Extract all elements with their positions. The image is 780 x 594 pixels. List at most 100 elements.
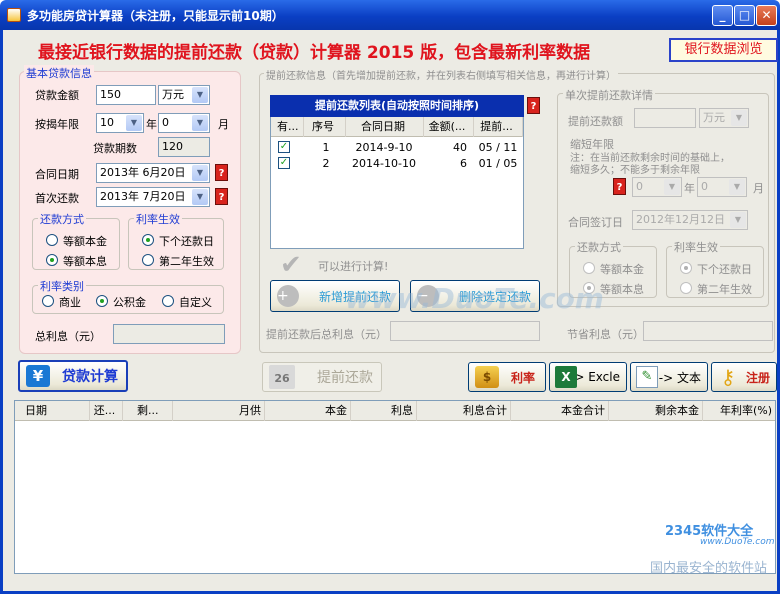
rate-type-fund-label: 公积金 — [113, 296, 146, 309]
shorten-years-select[interactable]: 0 ▼ — [632, 177, 682, 197]
chevron-down-icon: ▼ — [192, 189, 208, 205]
chevron-down-icon: ▼ — [126, 115, 142, 131]
shorten-help-icon[interactable]: ? — [613, 178, 626, 195]
single-effect-second-label: 第二年生效 — [697, 283, 752, 296]
saved-interest-label: 节省利息（元） — [567, 328, 644, 341]
watermark-site: www.DuoTe.com — [345, 282, 604, 315]
prepay-list-header: 有... 序号 合同日期 金额(... 提前... — [271, 117, 523, 137]
loan-calc-button[interactable]: ¥ 贷款计算 — [18, 360, 128, 392]
term-years-label: 按揭年限 — [35, 118, 79, 131]
after-interest-label: 提前还款后总利息（元） — [266, 328, 387, 341]
chevron-down-icon: ▼ — [730, 212, 746, 228]
row2-date: 2014-10-10 — [352, 157, 416, 170]
method-equal-principal-radio[interactable] — [46, 234, 58, 246]
first-payment-picker[interactable]: 2013年 7月20日 ▼ — [96, 187, 210, 207]
single-amount-input[interactable] — [634, 108, 696, 128]
col-interest-total[interactable]: 利息合计 — [417, 401, 511, 421]
app-icon — [7, 8, 21, 22]
shorten-months-select[interactable]: 0 ▼ — [697, 177, 747, 197]
single-effect-title: 利率生效 — [672, 239, 720, 255]
single-unit-select[interactable]: 万元 ▼ — [699, 108, 749, 128]
rate-next-payment-label: 下个还款日 — [159, 235, 214, 248]
col-date[interactable]: 日期 — [15, 401, 90, 421]
contract-date-help-icon[interactable]: ? — [215, 164, 228, 181]
single-method-installment-label: 等额本息 — [600, 283, 644, 296]
single-method-principal-radio[interactable] — [583, 262, 595, 274]
close-button[interactable]: ✕ — [756, 5, 777, 26]
month-unit-label: 月 — [218, 118, 229, 131]
loan-amount-label: 贷款金额 — [35, 89, 79, 102]
single-amount-label: 提前还款额 — [568, 115, 623, 128]
chevron-down-icon: ▼ — [664, 179, 680, 195]
rate-type-commercial-radio[interactable] — [42, 295, 54, 307]
rate-button[interactable]: $ 利率 — [468, 362, 546, 392]
ok-status-text: 可以进行计算! — [318, 260, 389, 273]
col-monthly[interactable]: 月供 — [173, 401, 265, 421]
rate-second-year-radio[interactable] — [142, 254, 154, 266]
chevron-down-icon: ▼ — [192, 165, 208, 181]
notepad-icon: ✎ — [636, 366, 658, 388]
col-contract-date[interactable]: 合同日期 — [346, 117, 424, 137]
amount-unit-select[interactable]: 万元 ▼ — [158, 85, 210, 105]
first-payment-label: 首次还款 — [35, 192, 79, 205]
col-principal-total[interactable]: 本金合计 — [511, 401, 609, 421]
watermark-slogan: 国内最安全的软件站 — [650, 561, 768, 576]
rate-second-year-label: 第二年生效 — [159, 255, 214, 268]
prepay-panel-title: 提前还款信息（首先增加提前还款，并在列表右侧填写相关信息，再进行计算） — [264, 67, 618, 82]
add-icon: + — [277, 285, 299, 307]
method-equal-principal-label: 等额本金 — [63, 235, 107, 248]
rate-type-fund-radio[interactable] — [96, 295, 108, 307]
register-button[interactable]: ⚷ 注册 — [711, 362, 777, 392]
export-excel-button[interactable]: X -> Excle — [549, 362, 627, 392]
col-interest[interactable]: 利息 — [351, 401, 417, 421]
rate-type-title: 利率类别 — [38, 278, 86, 294]
contract-date-label: 合同日期 — [35, 168, 79, 181]
col-amount[interactable]: 金额(... — [424, 117, 474, 137]
contract-date-picker[interactable]: 2013年 6月20日 ▼ — [96, 163, 210, 183]
first-payment-help-icon[interactable]: ? — [215, 188, 228, 205]
row1-index: 1 — [322, 141, 330, 154]
key-icon: ⚷ — [720, 365, 736, 389]
check-icon: ✔ — [280, 250, 302, 280]
maximize-button[interactable]: □ — [734, 5, 755, 26]
results-header: 日期 还... 剩... 月供 本金 利息 利息合计 本金合计 剩余本金 年利率… — [15, 401, 775, 421]
row1-checkbox[interactable]: ✓ — [278, 141, 290, 153]
export-text-button[interactable]: ✎ -> 文本 — [630, 362, 708, 392]
single-effect-next-radio[interactable] — [680, 262, 692, 274]
term-months-select[interactable]: 0 ▼ — [158, 113, 210, 133]
col-remaining[interactable]: 剩... — [123, 401, 173, 421]
basic-loan-title: 基本贷款信息 — [24, 65, 94, 81]
col-principal[interactable]: 本金 — [265, 401, 351, 421]
single-prepay-title: 单次提前还款详情 — [563, 87, 655, 103]
headline: 最接近银行数据的提前还款（贷款）计算器 2015 版，包含最新利率数据 — [38, 43, 591, 63]
total-interest-value — [113, 324, 225, 344]
prepay-calc-button[interactable]: 26 提前还款 — [262, 362, 382, 392]
calendar-icon: 26 — [269, 365, 295, 389]
method-equal-installment-radio[interactable] — [46, 254, 58, 266]
loan-amount-input[interactable]: 150 — [96, 85, 156, 105]
col-repaid[interactable]: 还... — [90, 401, 123, 421]
rate-next-payment-radio[interactable] — [142, 234, 154, 246]
prepay-list-help-icon[interactable]: ? — [527, 97, 540, 114]
col-period[interactable]: 提前... — [474, 117, 523, 137]
term-years-select[interactable]: 10 ▼ — [96, 113, 144, 133]
rate-effect-title: 利率生效 — [134, 211, 182, 227]
single-method-principal-label: 等额本金 — [600, 263, 644, 276]
col-enabled[interactable]: 有... — [271, 117, 304, 137]
coins-icon: $ — [475, 366, 499, 388]
chevron-down-icon: ▼ — [731, 110, 747, 126]
shorten-note-2: 缩短多久；不能多于剩余年限 — [570, 165, 700, 176]
title-bar: 多功能房贷计算器（未注册，只能显示前10期） — [0, 0, 780, 30]
row2-checkbox[interactable]: ✓ — [278, 157, 290, 169]
bank-data-button[interactable]: 银行数据浏览 — [669, 38, 778, 62]
col-remaining-principal[interactable]: 剩余本金 — [609, 401, 703, 421]
single-effect-second-radio[interactable] — [680, 282, 692, 294]
single-effect-next-label: 下个还款日 — [697, 263, 752, 276]
results-table[interactable]: 日期 还... 剩... 月供 本金 利息 利息合计 本金合计 剩余本金 年利率… — [14, 400, 776, 574]
method-group-title: 还款方式 — [38, 211, 86, 227]
minimize-button[interactable]: _ — [712, 5, 733, 26]
col-index[interactable]: 序号 — [304, 117, 346, 137]
sign-date-picker[interactable]: 2012年12月12日 ▼ — [632, 210, 748, 230]
col-annual-rate[interactable]: 年利率(%) — [703, 401, 775, 421]
rate-type-custom-radio[interactable] — [162, 295, 174, 307]
